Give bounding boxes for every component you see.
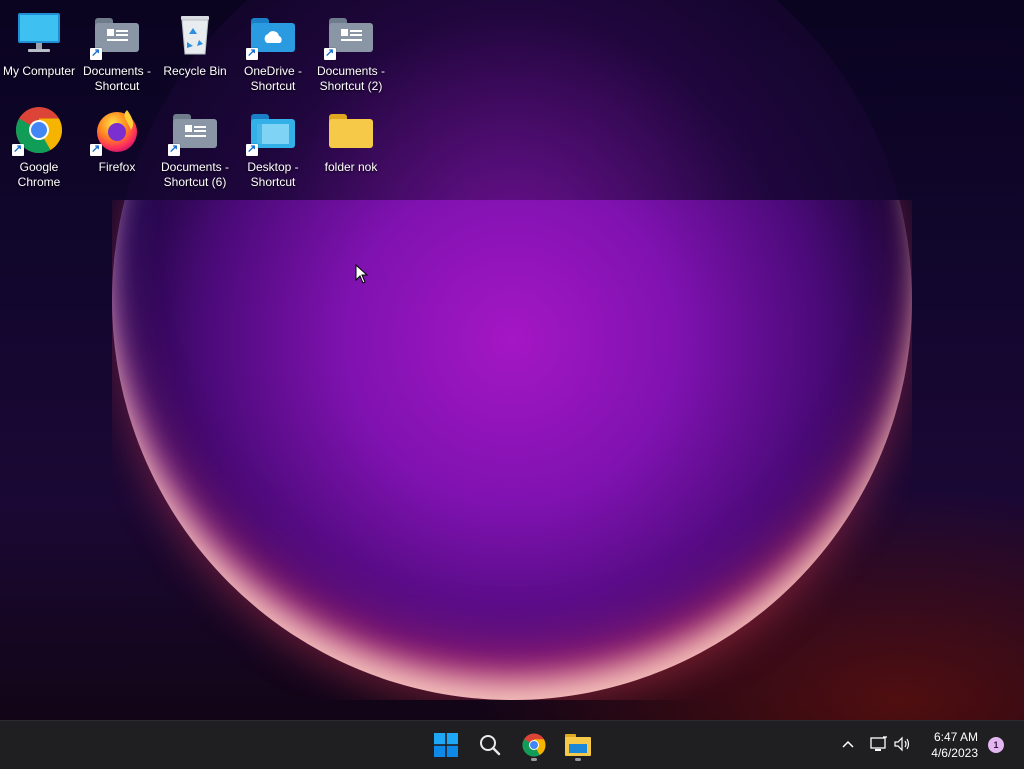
folder-documents-icon [324,10,375,61]
desktop-icon-documents-shortcut-6[interactable]: Documents - Shortcut (6) [156,106,234,190]
firefox-icon [90,106,141,157]
shortcut-arrow-icon [12,142,24,157]
folder-desktop-icon [246,106,297,157]
search-icon [480,735,501,756]
desktop-icon-label: Documents - Shortcut (6) [160,160,230,189]
clock-time: 6:47 AM [933,730,978,744]
desktop-icon-label: OneDrive - Shortcut [243,64,302,93]
clock[interactable]: 6:47 AM 4/6/2023 [918,729,978,761]
mouse-cursor-icon [355,263,369,289]
chrome-icon [522,733,546,757]
clock-date: 4/6/2023 [931,746,978,760]
folder-icon [327,106,375,154]
folder-documents-icon [90,10,141,61]
desktop-icon-onedrive-shortcut[interactable]: OneDrive - Shortcut [234,10,312,94]
shortcut-arrow-icon [90,46,102,61]
desktop-icon-label: Google Chrome [17,160,61,189]
running-indicator [531,758,537,761]
desktop-icon-label: Documents - Shortcut (2) [316,64,386,93]
shortcut-arrow-icon [246,142,258,157]
shortcut-arrow-icon [324,46,336,61]
chevron-up-icon [842,740,854,748]
desktop-icon-documents-shortcut[interactable]: Documents - Shortcut [78,10,156,94]
desktop-icon-google-chrome[interactable]: Google Chrome [0,106,78,190]
desktop-icon-my-computer[interactable]: My Computer [0,10,78,79]
desktop-icon-folder-nok[interactable]: folder nok [312,106,390,175]
folder-onedrive-icon [246,10,297,61]
volume-icon [894,736,910,752]
running-indicator [575,758,581,761]
start-button[interactable] [428,727,464,763]
desktop-background[interactable]: My Computer Documents - Shortcut Recycle… [0,0,1024,720]
desktop-icon-label: Recycle Bin [163,64,227,78]
desktop-icon-label: folder nok [324,160,378,174]
windows-start-icon [434,733,458,757]
desktop-icon-firefox[interactable]: Firefox [78,106,156,175]
taskbar-file-explorer-button[interactable] [560,727,596,763]
chrome-icon [12,106,63,157]
notification-badge[interactable]: 1 [988,737,1004,753]
shortcut-arrow-icon [168,142,180,157]
taskbar-chrome-button[interactable] [516,727,552,763]
desktop-icon-label: Desktop - Shortcut [247,160,299,189]
show-hidden-icons-button[interactable] [838,721,858,769]
monitor-icon [15,10,63,58]
network-icon [870,736,887,751]
recycle-bin-icon [171,10,219,58]
search-button[interactable] [472,727,508,763]
network-volume-button[interactable] [868,721,912,769]
taskbar: 6:47 AM 4/6/2023 1 [0,720,1024,769]
desktop-icon-documents-shortcut-2[interactable]: Documents - Shortcut (2) [312,10,390,94]
desktop-icon-label: My Computer [2,64,76,78]
file-explorer-icon [565,734,591,756]
desktop-icon-label: Firefox [98,160,136,174]
desktop-icon-recycle-bin[interactable]: Recycle Bin [156,10,234,79]
desktop-icon-desktop-shortcut[interactable]: Desktop - Shortcut [234,106,312,190]
desktop-icon-label: Documents - Shortcut [82,64,152,93]
shortcut-arrow-icon [246,46,258,61]
folder-documents-icon [168,106,219,157]
shortcut-arrow-icon [90,142,102,157]
